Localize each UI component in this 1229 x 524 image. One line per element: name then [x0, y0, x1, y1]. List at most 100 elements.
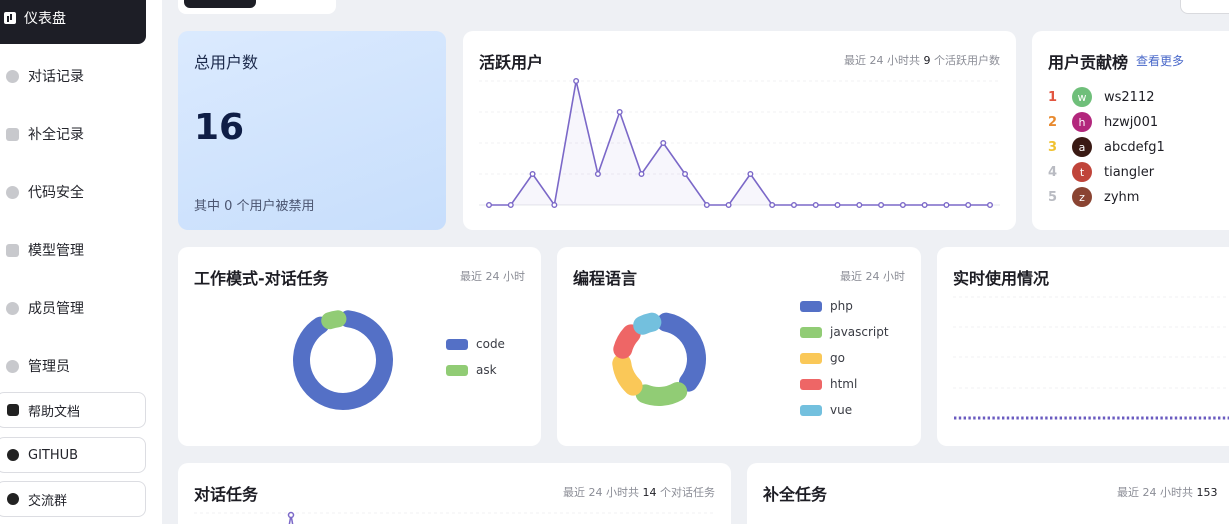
- help-docs-button[interactable]: 帮助文档: [0, 392, 146, 428]
- rank-number: 5: [1048, 189, 1058, 205]
- active-users-point: [638, 170, 645, 177]
- donut-slice-ask[interactable]: [321, 310, 347, 330]
- sidebar-item-label: 仪表盘: [24, 11, 66, 27]
- view-more-link[interactable]: 查看更多: [1136, 52, 1184, 69]
- top-right-button[interactable]: [1180, 0, 1229, 14]
- users-icon: [6, 301, 19, 315]
- active-users-point: [790, 201, 797, 208]
- legend-swatch: [800, 404, 822, 416]
- active-users-line-chart: [479, 78, 1000, 208]
- legend-label: code: [476, 337, 505, 351]
- top-tab-active[interactable]: [184, 0, 256, 8]
- active-users-point: [878, 201, 885, 208]
- legend-label: vue: [830, 403, 853, 417]
- rank-row[interactable]: 1 w ws2112: [1048, 86, 1155, 108]
- sidebar-item-code-security[interactable]: 代码安全: [6, 180, 84, 204]
- contribution-rank-title: 用户贡献榜: [1048, 53, 1129, 72]
- legend-item-code[interactable]: code: [446, 337, 505, 351]
- rank-number: 2: [1048, 114, 1058, 130]
- legend-item-html[interactable]: html: [800, 377, 857, 391]
- active-users-point: [507, 201, 514, 208]
- legend-label: php: [830, 299, 853, 313]
- avatar: z: [1072, 187, 1092, 207]
- document-icon: [6, 127, 19, 141]
- completion-tasks-note: 最近 24 小时共 153: [1117, 484, 1218, 500]
- donut-slice-go[interactable]: [612, 354, 643, 396]
- active-users-point: [682, 170, 689, 177]
- sidebar-item-chat-records[interactable]: 对话记录: [6, 64, 84, 88]
- help-docs-label: 帮助文档: [28, 404, 81, 420]
- avatar: a: [1072, 137, 1092, 157]
- legend-item-javascript[interactable]: javascript: [800, 325, 889, 339]
- donut-slice-javascript[interactable]: [635, 382, 688, 406]
- chat-tasks-card: 对话任务 最近 24 小时共 14 个对话任务: [178, 463, 731, 524]
- legend-label: javascript: [830, 325, 889, 339]
- github-button[interactable]: GITHUB: [0, 437, 146, 473]
- sidebar-item-label: 对话记录: [28, 69, 84, 85]
- rank-row[interactable]: 4 t tiangler: [1048, 161, 1154, 183]
- language-card: 编程语言 最近 24 小时 php javascript go html vue: [557, 247, 921, 446]
- sidebar-item-label: 管理员: [28, 359, 70, 375]
- donut-slice-html[interactable]: [613, 324, 641, 359]
- active-users-point: [616, 108, 623, 115]
- total-users-card: 总用户数 16 其中 0 个用户被禁用: [178, 31, 446, 230]
- legend-label: ask: [476, 363, 497, 377]
- legend-item-vue[interactable]: vue: [800, 403, 852, 417]
- active-users-point: [921, 201, 928, 208]
- contribution-rank-card: 用户贡献榜 查看更多 1 w ws2112 2 h hzwj001 3 a abcdefg1 4 t…: [1032, 31, 1229, 230]
- user-icon: [6, 359, 19, 373]
- rank-row[interactable]: 3 a abcdefg1: [1048, 136, 1165, 158]
- sidebar-item-completion-records[interactable]: 补全记录: [6, 122, 84, 146]
- active-users-point: [943, 201, 950, 208]
- book-icon: [7, 404, 19, 416]
- rank-username: hzwj001: [1104, 114, 1159, 130]
- sidebar-item-admin[interactable]: 管理员: [6, 354, 70, 378]
- rank-row[interactable]: 2 h hzwj001: [1048, 111, 1158, 133]
- sidebar-item-dashboard[interactable]: 仪表盘: [0, 0, 146, 44]
- active-users-point: [551, 201, 558, 208]
- legend-swatch: [800, 378, 822, 390]
- rank-number: 4: [1048, 164, 1058, 180]
- rank-row[interactable]: 5 z zyhm: [1048, 186, 1139, 208]
- sidebar-item-label: 模型管理: [28, 243, 84, 259]
- rank-number: 3: [1048, 139, 1058, 155]
- cube-icon: [6, 243, 19, 257]
- active-users-point: [899, 201, 906, 208]
- legend-item-ask[interactable]: ask: [446, 363, 497, 377]
- group-icon: [7, 493, 19, 505]
- note-count: 153: [1196, 486, 1218, 499]
- sidebar-item-label: 代码安全: [28, 185, 84, 201]
- realtime-usage-chart: [953, 296, 1229, 420]
- active-users-point: [987, 201, 994, 208]
- legend-item-go[interactable]: go: [800, 351, 845, 365]
- avatar: t: [1072, 162, 1092, 182]
- legend-swatch: [446, 364, 468, 376]
- legend-swatch: [800, 326, 822, 338]
- active-users-point: [573, 78, 580, 85]
- legend-swatch: [800, 352, 822, 364]
- legend-item-php[interactable]: php: [800, 299, 853, 313]
- github-icon: [7, 449, 19, 461]
- donut-slice-vue[interactable]: [633, 312, 662, 335]
- legend-label: go: [830, 351, 845, 365]
- donut-slice-code[interactable]: [293, 310, 393, 410]
- active-users-point: [529, 170, 536, 177]
- active-users-point: [747, 170, 754, 177]
- language-donut-chart: [612, 312, 706, 406]
- sidebar-item-model-management[interactable]: 模型管理: [6, 238, 84, 262]
- sidebar-item-member-management[interactable]: 成员管理: [6, 296, 84, 320]
- active-users-point: [660, 139, 667, 146]
- rank-username: tiangler: [1104, 164, 1155, 180]
- community-group-label: 交流群: [28, 493, 68, 509]
- donut-slice-php[interactable]: [656, 312, 706, 392]
- sidebar: 仪表盘 对话记录 补全记录 代码安全 模型管理 成员管理 管理员 帮助文档 GI…: [0, 0, 162, 524]
- active-users-point: [812, 201, 819, 208]
- realtime-usage-card: 实时使用情况: [937, 247, 1229, 446]
- avatar: h: [1072, 112, 1092, 132]
- chat-tasks-chart: [194, 511, 715, 524]
- active-users-point: [769, 201, 776, 208]
- shield-icon: [6, 185, 19, 199]
- total-users-value: 16: [194, 107, 245, 148]
- active-users-point: [725, 201, 732, 208]
- community-group-button[interactable]: 交流群: [0, 481, 146, 517]
